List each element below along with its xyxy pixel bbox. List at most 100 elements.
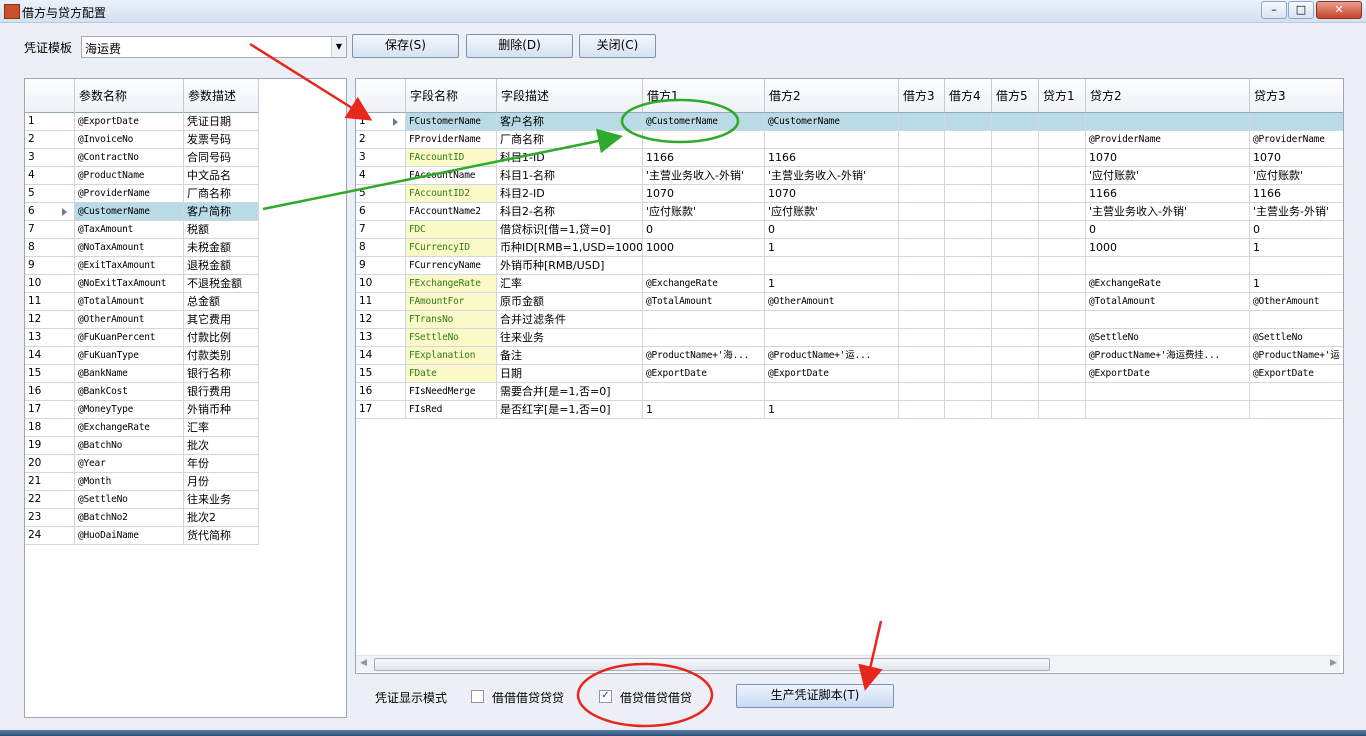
param-name-cell[interactable]: @ExportDate xyxy=(75,113,184,131)
field-value-cell[interactable] xyxy=(643,311,765,329)
field-value-cell[interactable]: '主营业务收入-外销' xyxy=(765,167,899,185)
field-value-cell[interactable]: @ExportDate xyxy=(1250,365,1343,383)
param-desc-cell[interactable]: 不退税金额 xyxy=(184,275,259,293)
field-value-cell[interactable]: 0 xyxy=(765,221,899,239)
field-value-cell[interactable]: 1070 xyxy=(1086,149,1250,167)
field-value-cell[interactable] xyxy=(992,401,1039,419)
param-desc-cell[interactable]: 年份 xyxy=(184,455,259,473)
chevron-down-icon[interactable]: ▼ xyxy=(331,37,346,57)
param-name-cell[interactable]: @ContractNo xyxy=(75,149,184,167)
field-value-cell[interactable]: @SettleNo xyxy=(1250,329,1343,347)
fields-header-cell[interactable]: 字段描述 xyxy=(497,79,643,113)
param-name-cell[interactable]: @BankCost xyxy=(75,383,184,401)
field-value-cell[interactable] xyxy=(992,347,1039,365)
param-desc-cell[interactable]: 外销币种 xyxy=(184,401,259,419)
field-value-cell[interactable]: '应付账款' xyxy=(1250,167,1343,185)
param-desc-cell[interactable]: 付款类别 xyxy=(184,347,259,365)
field-value-cell[interactable] xyxy=(992,329,1039,347)
field-value-cell[interactable]: 0 xyxy=(643,221,765,239)
field-desc-cell[interactable]: 汇率 xyxy=(497,275,643,293)
param-name-cell[interactable]: @SettleNo xyxy=(75,491,184,509)
field-value-cell[interactable]: @SettleNo xyxy=(1086,329,1250,347)
field-value-cell[interactable] xyxy=(765,131,899,149)
field-value-cell[interactable] xyxy=(992,221,1039,239)
param-name-cell[interactable]: @InvoiceNo xyxy=(75,131,184,149)
close-button[interactable]: 关闭(C) xyxy=(579,34,656,58)
param-desc-cell[interactable]: 往来业务 xyxy=(184,491,259,509)
field-name-cell[interactable]: FDate xyxy=(406,365,497,383)
param-desc-cell[interactable]: 客户简称 xyxy=(184,203,259,221)
field-value-cell[interactable] xyxy=(945,401,992,419)
field-name-cell[interactable]: FAccountID2 xyxy=(406,185,497,203)
field-value-cell[interactable]: 1166 xyxy=(643,149,765,167)
field-value-cell[interactable] xyxy=(899,113,945,131)
scroll-left-icon[interactable]: ◀ xyxy=(360,658,367,668)
field-value-cell[interactable] xyxy=(945,347,992,365)
param-desc-cell[interactable]: 总金额 xyxy=(184,293,259,311)
fields-header-cell[interactable]: 借方1 xyxy=(643,79,765,113)
field-name-cell[interactable]: FExplanation xyxy=(406,347,497,365)
field-value-cell[interactable] xyxy=(899,293,945,311)
scroll-right-icon[interactable]: ▶ xyxy=(1330,658,1337,668)
field-value-cell[interactable] xyxy=(1039,167,1086,185)
field-value-cell[interactable] xyxy=(1250,401,1343,419)
field-name-cell[interactable]: FCurrencyName xyxy=(406,257,497,275)
field-value-cell[interactable] xyxy=(899,401,945,419)
field-value-cell[interactable] xyxy=(1250,113,1343,131)
field-value-cell[interactable] xyxy=(945,221,992,239)
field-value-cell[interactable] xyxy=(992,185,1039,203)
field-name-cell[interactable]: FIsNeedMerge xyxy=(406,383,497,401)
params-grid[interactable]: 参数名称 参数描述 1 @ExportDate 凭证日期 2 @InvoiceNo 发票号码 3… xyxy=(24,78,347,718)
fields-grid[interactable]: 字段名称 字段描述 借方1 借方2 借方3 借方4 借方5 贷方1 贷方2 贷方3 1 FCustom… xyxy=(355,78,1344,674)
field-value-cell[interactable] xyxy=(765,311,899,329)
horizontal-scrollbar[interactable]: ◀ ▶ xyxy=(356,655,1340,672)
field-value-cell[interactable] xyxy=(992,167,1039,185)
field-value-cell[interactable] xyxy=(992,383,1039,401)
field-value-cell[interactable]: 1166 xyxy=(1250,185,1343,203)
field-value-cell[interactable] xyxy=(899,185,945,203)
param-name-cell[interactable]: @BankName xyxy=(75,365,184,383)
field-value-cell[interactable] xyxy=(992,149,1039,167)
field-value-cell[interactable] xyxy=(945,311,992,329)
param-desc-cell[interactable]: 批次 xyxy=(184,437,259,455)
field-value-cell[interactable] xyxy=(1086,383,1250,401)
field-value-cell[interactable] xyxy=(765,329,899,347)
param-desc-cell[interactable]: 凭证日期 xyxy=(184,113,259,131)
field-desc-cell[interactable]: 是否红字[是=1,否=0] xyxy=(497,401,643,419)
field-value-cell[interactable] xyxy=(945,257,992,275)
field-value-cell[interactable] xyxy=(945,167,992,185)
field-value-cell[interactable] xyxy=(1039,131,1086,149)
field-value-cell[interactable] xyxy=(945,131,992,149)
field-name-cell[interactable]: FTransNo xyxy=(406,311,497,329)
field-value-cell[interactable] xyxy=(643,329,765,347)
field-value-cell[interactable]: @ProductName+'海... xyxy=(643,347,765,365)
param-desc-cell[interactable]: 汇率 xyxy=(184,419,259,437)
field-desc-cell[interactable]: 往来业务 xyxy=(497,329,643,347)
fields-header-cell[interactable]: 字段名称 xyxy=(406,79,497,113)
param-name-cell[interactable]: @FuKuanType xyxy=(75,347,184,365)
field-desc-cell[interactable]: 科目1-名称 xyxy=(497,167,643,185)
field-value-cell[interactable]: @ExchangeRate xyxy=(643,275,765,293)
field-value-cell[interactable] xyxy=(899,221,945,239)
field-value-cell[interactable] xyxy=(945,239,992,257)
field-value-cell[interactable] xyxy=(1039,257,1086,275)
field-value-cell[interactable]: 1070 xyxy=(1250,149,1343,167)
param-desc-cell[interactable]: 付款比例 xyxy=(184,329,259,347)
field-value-cell[interactable] xyxy=(643,257,765,275)
field-value-cell[interactable]: @ProviderName xyxy=(1086,131,1250,149)
field-desc-cell[interactable]: 日期 xyxy=(497,365,643,383)
param-desc-cell[interactable]: 厂商名称 xyxy=(184,185,259,203)
param-name-cell[interactable]: @Month xyxy=(75,473,184,491)
field-value-cell[interactable]: 1166 xyxy=(1086,185,1250,203)
field-value-cell[interactable] xyxy=(945,383,992,401)
field-value-cell[interactable]: @ExportDate xyxy=(1086,365,1250,383)
field-value-cell[interactable] xyxy=(945,275,992,293)
param-name-cell[interactable]: @Year xyxy=(75,455,184,473)
field-name-cell[interactable]: FExchangeRate xyxy=(406,275,497,293)
field-value-cell[interactable] xyxy=(992,239,1039,257)
field-value-cell[interactable] xyxy=(1039,311,1086,329)
field-value-cell[interactable] xyxy=(945,149,992,167)
field-value-cell[interactable] xyxy=(1039,149,1086,167)
field-value-cell[interactable]: 0 xyxy=(1086,221,1250,239)
field-value-cell[interactable] xyxy=(1039,275,1086,293)
